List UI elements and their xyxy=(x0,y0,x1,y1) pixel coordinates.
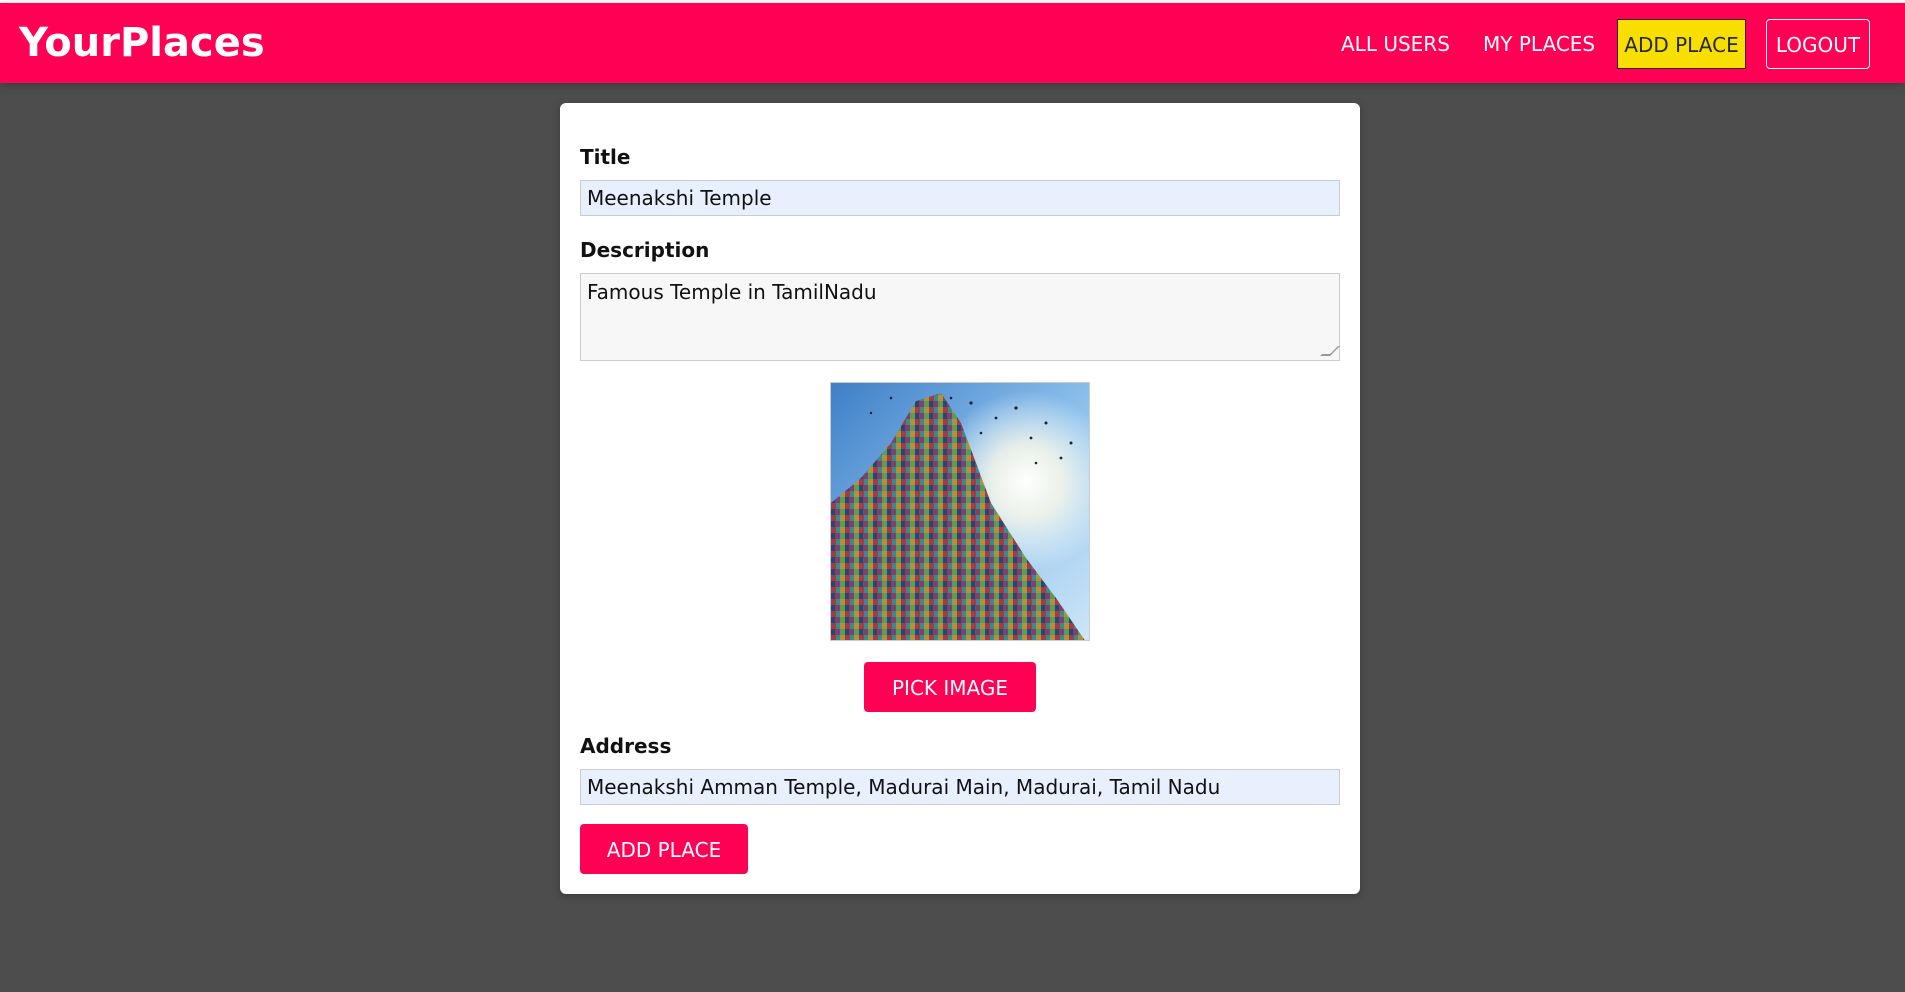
logout-button[interactable]: LOGOUT xyxy=(1766,19,1870,69)
main-header: YourPlaces ALL USERS MY PLACES ADD PLACE… xyxy=(0,3,1905,83)
add-place-form: Title Meenakshi Temple Description Famou… xyxy=(560,103,1360,894)
address-input[interactable]: Meenakshi Amman Temple, Madurai Main, Ma… xyxy=(580,769,1340,805)
brand-logo-link[interactable]: YourPlaces xyxy=(19,19,265,67)
description-value: Famous Temple in TamilNadu xyxy=(587,280,877,304)
nav-my-places[interactable]: MY PLACES xyxy=(1472,19,1606,69)
nav-all-users[interactable]: ALL USERS xyxy=(1330,19,1461,69)
description-textarea[interactable]: Famous Temple in TamilNadu xyxy=(580,273,1340,361)
pick-image-button[interactable]: PICK IMAGE xyxy=(864,662,1036,712)
add-place-submit-button[interactable]: ADD PLACE xyxy=(580,824,748,874)
address-label: Address xyxy=(580,734,672,758)
title-label: Title xyxy=(580,145,631,169)
description-label: Description xyxy=(580,238,710,262)
title-input[interactable]: Meenakshi Temple xyxy=(580,180,1340,216)
image-preview xyxy=(830,382,1090,641)
resize-grip-icon[interactable] xyxy=(1320,346,1340,356)
nav-add-place[interactable]: ADD PLACE xyxy=(1617,19,1746,69)
temple-photo xyxy=(831,383,1089,640)
